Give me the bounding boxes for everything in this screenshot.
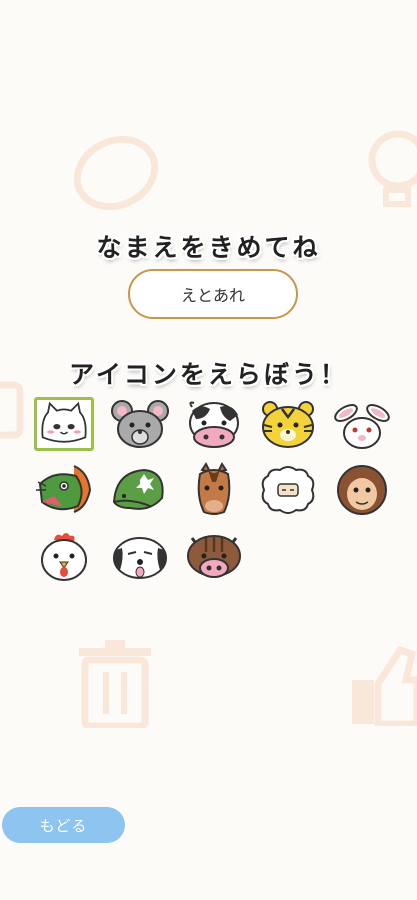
- mouse-icon: [111, 400, 169, 448]
- tiger-icon: [262, 401, 314, 448]
- cat-icon: [41, 401, 87, 443]
- name-heading: なまえをきめてね: [96, 233, 321, 262]
- cow-icon: [189, 401, 239, 448]
- back-button[interactable]: もどる: [2, 807, 125, 843]
- icon-dog[interactable]: [110, 530, 170, 584]
- lemon-icon: [73, 135, 159, 211]
- sheep-icon: [261, 466, 315, 514]
- icon-horse[interactable]: [184, 462, 244, 516]
- trash-icon: [79, 640, 151, 728]
- snake-icon: [112, 468, 164, 510]
- icon-tiger[interactable]: [258, 397, 318, 451]
- dragon-icon: [36, 465, 92, 513]
- icon-dragon[interactable]: [34, 462, 94, 516]
- lightbulb-icon: [368, 130, 417, 207]
- icon-boar[interactable]: [184, 530, 244, 584]
- rabbit-icon: [334, 404, 390, 449]
- icon-cow[interactable]: [184, 397, 244, 451]
- icon-snake[interactable]: [110, 462, 170, 516]
- icon-cat[interactable]: [34, 397, 94, 451]
- icon-sheep[interactable]: [258, 462, 318, 516]
- horse-icon: [197, 462, 231, 515]
- thumbs-up-icon: [352, 645, 417, 726]
- icon-rabbit[interactable]: [332, 397, 392, 451]
- dog-icon: [113, 537, 167, 579]
- name-input[interactable]: [128, 269, 298, 319]
- rooster-icon: [41, 533, 87, 581]
- icon-monkey[interactable]: [332, 462, 392, 516]
- icon-heading: アイコンをえらぼう！: [69, 360, 348, 389]
- icon-rooster[interactable]: [34, 530, 94, 584]
- monkey-icon: [337, 465, 387, 515]
- icon-mouse[interactable]: [110, 397, 170, 451]
- boar-icon: [187, 535, 241, 578]
